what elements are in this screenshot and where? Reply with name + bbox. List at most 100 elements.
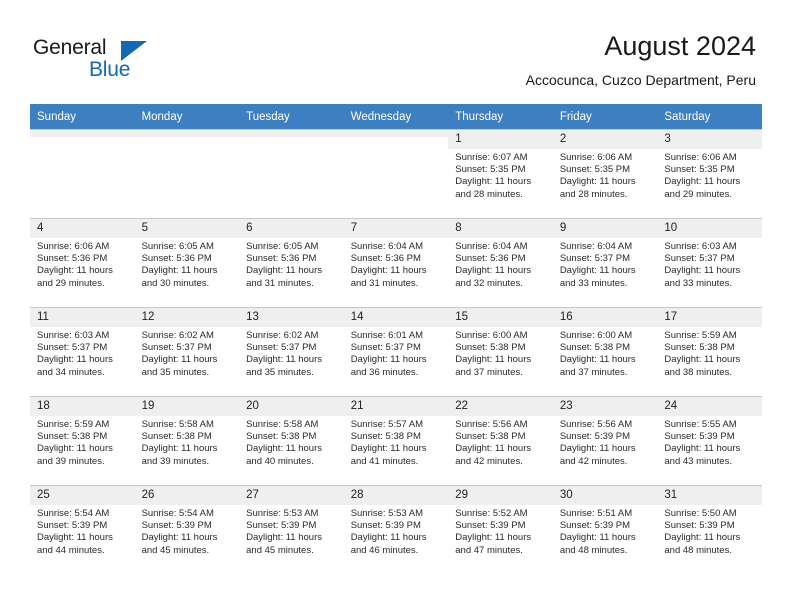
- calendar-day-cell[interactable]: 18 Sunrise: 5:59 AM Sunset: 5:38 PM Dayligh…: [30, 396, 135, 486]
- calendar-week-row: 1 Sunrise: 6:07 AM Sunset: 5:35 PM Daylight…: [30, 129, 762, 219]
- calendar-day-cell[interactable]: 11 Sunrise: 6:03 AM Sunset: 5:37 PM Dayligh…: [30, 307, 135, 397]
- day-detail-sunset: Sunset: 5:37 PM: [350, 342, 421, 354]
- day-detail-daylight1: Daylight: 11 hours: [664, 443, 741, 455]
- day-details: Sunrise: 6:05 AM Sunset: 5:36 PM Daylight:…: [135, 238, 240, 290]
- calendar-day-cell[interactable]: 22 Sunrise: 5:56 AM Sunset: 5:38 PM Dayligh…: [448, 396, 553, 486]
- day-detail-sunset: Sunset: 5:36 PM: [455, 253, 526, 265]
- day-number: 23: [552, 397, 658, 416]
- calendar-day-cell[interactable]: 24 Sunrise: 5:55 AM Sunset: 5:39 PM Dayligh…: [657, 396, 762, 486]
- calendar-day-cell[interactable]: 13 Sunrise: 6:02 AM Sunset: 5:37 PM Dayligh…: [239, 307, 344, 397]
- calendar-day-cell[interactable]: 1 Sunrise: 6:07 AM Sunset: 5:35 PM Daylight…: [448, 129, 553, 219]
- calendar-day-cell[interactable]: 5 Sunrise: 6:05 AM Sunset: 5:36 PM Daylight…: [134, 218, 240, 308]
- day-details: Sunrise: 6:04 AM Sunset: 5:36 PM Daylight:…: [448, 238, 553, 290]
- calendar-day-cell[interactable]: 3 Sunrise: 6:06 AM Sunset: 5:35 PM Daylight…: [657, 129, 762, 219]
- calendar-cell-empty: [343, 129, 449, 219]
- calendar-day-cell[interactable]: 28 Sunrise: 5:53 AM Sunset: 5:39 PM Dayligh…: [343, 485, 449, 574]
- day-cell-inner: [343, 130, 449, 218]
- calendar-day-cell[interactable]: 30 Sunrise: 5:51 AM Sunset: 5:39 PM Dayligh…: [552, 485, 658, 574]
- calendar-day-cell[interactable]: 25 Sunrise: 5:54 AM Sunset: 5:39 PM Dayligh…: [30, 485, 135, 574]
- calendar-week-row: 25 Sunrise: 5:54 AM Sunset: 5:39 PM Dayligh…: [30, 485, 762, 574]
- calendar-day-cell[interactable]: 9 Sunrise: 6:04 AM Sunset: 5:37 PM Daylight…: [552, 218, 658, 308]
- day-detail-sunset: Sunset: 5:38 PM: [559, 342, 631, 354]
- day-number: [343, 130, 449, 137]
- weekday-header-saturday: Saturday: [657, 104, 762, 130]
- day-detail-sunrise: Sunrise: 5:59 AM: [664, 330, 737, 341]
- day-detail-daylight1: Daylight: 11 hours: [141, 532, 218, 544]
- calendar-day-cell[interactable]: 20 Sunrise: 5:58 AM Sunset: 5:38 PM Dayligh…: [239, 396, 344, 486]
- day-detail-daylight2: and 45 minutes.: [141, 544, 210, 556]
- day-details: Sunrise: 6:04 AM Sunset: 5:37 PM Daylight:…: [553, 238, 658, 290]
- calendar-day-cell[interactable]: 14 Sunrise: 6:01 AM Sunset: 5:37 PM Dayligh…: [343, 307, 449, 397]
- calendar-day-cell[interactable]: 12 Sunrise: 6:02 AM Sunset: 5:37 PM Dayligh…: [134, 307, 240, 397]
- general-blue-logo[interactable]: General Blue: [33, 36, 213, 88]
- day-detail-daylight2: and 38 minutes.: [664, 366, 732, 378]
- day-cell-inner: 4 Sunrise: 6:06 AM Sunset: 5:36 PM Daylight…: [30, 219, 135, 307]
- day-cell-inner: 13 Sunrise: 6:02 AM Sunset: 5:37 PM Dayligh…: [239, 308, 344, 396]
- day-number: 8: [448, 219, 553, 238]
- day-detail-daylight1: Daylight: 11 hours: [246, 265, 322, 277]
- day-detail-sunrise: Sunrise: 5:53 AM: [350, 508, 424, 519]
- calendar-day-cell[interactable]: 29 Sunrise: 5:52 AM Sunset: 5:39 PM Dayligh…: [448, 485, 553, 574]
- day-detail-sunset: Sunset: 5:35 PM: [559, 164, 631, 176]
- day-detail-sunrise: Sunrise: 5:52 AM: [455, 508, 528, 519]
- day-detail-daylight1: Daylight: 11 hours: [559, 532, 636, 544]
- day-details: Sunrise: 5:56 AM Sunset: 5:39 PM Daylight:…: [553, 416, 658, 468]
- day-details: Sunrise: 5:57 AM Sunset: 5:38 PM Daylight:…: [344, 416, 449, 468]
- calendar-day-cell[interactable]: 19 Sunrise: 5:58 AM Sunset: 5:38 PM Dayligh…: [134, 396, 240, 486]
- day-detail-daylight1: Daylight: 11 hours: [246, 532, 322, 544]
- calendar-day-cell[interactable]: 10 Sunrise: 6:03 AM Sunset: 5:37 PM Dayligh…: [657, 218, 762, 308]
- day-detail-daylight2: and 39 minutes.: [141, 455, 210, 467]
- day-number: [30, 130, 135, 137]
- day-detail-daylight2: and 35 minutes.: [141, 366, 210, 378]
- day-detail-sunrise: Sunrise: 6:06 AM: [559, 152, 633, 163]
- calendar-day-cell[interactable]: 6 Sunrise: 6:05 AM Sunset: 5:36 PM Daylight…: [239, 218, 344, 308]
- day-detail-sunset: Sunset: 5:39 PM: [455, 520, 526, 532]
- calendar-day-cell[interactable]: 27 Sunrise: 5:53 AM Sunset: 5:39 PM Dayligh…: [239, 485, 344, 574]
- page-title: August 2024: [604, 31, 756, 61]
- calendar-day-cell[interactable]: 7 Sunrise: 6:04 AM Sunset: 5:36 PM Daylight…: [343, 218, 449, 308]
- day-cell-inner: 31 Sunrise: 5:50 AM Sunset: 5:39 PM Dayligh…: [657, 486, 762, 574]
- day-detail-sunset: Sunset: 5:39 PM: [559, 520, 631, 532]
- day-cell-inner: [239, 130, 344, 218]
- calendar-day-cell[interactable]: 2 Sunrise: 6:06 AM Sunset: 5:35 PM Daylight…: [552, 129, 658, 219]
- day-detail-sunset: Sunset: 5:37 PM: [37, 342, 108, 354]
- day-detail-daylight2: and 40 minutes.: [246, 455, 314, 467]
- day-detail-sunset: Sunset: 5:38 PM: [455, 342, 526, 354]
- day-detail-daylight1: Daylight: 11 hours: [455, 265, 532, 277]
- calendar-day-cell[interactable]: 17 Sunrise: 5:59 AM Sunset: 5:38 PM Dayligh…: [657, 307, 762, 397]
- day-number: 14: [343, 308, 449, 327]
- day-details: Sunrise: 6:05 AM Sunset: 5:36 PM Daylight:…: [239, 238, 344, 290]
- day-detail-daylight2: and 28 minutes.: [559, 188, 628, 200]
- calendar-day-cell[interactable]: 31 Sunrise: 5:50 AM Sunset: 5:39 PM Dayligh…: [657, 485, 762, 574]
- day-detail-daylight2: and 30 minutes.: [141, 277, 210, 289]
- day-number: [134, 130, 240, 137]
- day-cell-inner: 28 Sunrise: 5:53 AM Sunset: 5:39 PM Dayligh…: [343, 486, 449, 574]
- calendar-day-cell[interactable]: 23 Sunrise: 5:56 AM Sunset: 5:39 PM Dayligh…: [552, 396, 658, 486]
- day-detail-sunrise: Sunrise: 6:04 AM: [455, 241, 528, 252]
- day-detail-sunset: Sunset: 5:36 PM: [246, 253, 317, 265]
- day-cell-inner: 3 Sunrise: 6:06 AM Sunset: 5:35 PM Daylight…: [657, 130, 762, 218]
- calendar-day-cell[interactable]: 16 Sunrise: 6:00 AM Sunset: 5:38 PM Dayligh…: [552, 307, 658, 397]
- day-cell-inner: 23 Sunrise: 5:56 AM Sunset: 5:39 PM Dayligh…: [552, 397, 658, 485]
- day-details: Sunrise: 5:53 AM Sunset: 5:39 PM Daylight:…: [344, 505, 449, 557]
- calendar-day-cell[interactable]: 4 Sunrise: 6:06 AM Sunset: 5:36 PM Daylight…: [30, 218, 135, 308]
- calendar-day-cell[interactable]: 21 Sunrise: 5:57 AM Sunset: 5:38 PM Dayligh…: [343, 396, 449, 486]
- calendar-day-cell[interactable]: 8 Sunrise: 6:04 AM Sunset: 5:36 PM Daylight…: [448, 218, 553, 308]
- calendar-day-cell[interactable]: 15 Sunrise: 6:00 AM Sunset: 5:38 PM Dayligh…: [448, 307, 553, 397]
- weekday-header-sunday: Sunday: [30, 104, 135, 130]
- day-cell-inner: 24 Sunrise: 5:55 AM Sunset: 5:39 PM Dayligh…: [657, 397, 762, 485]
- day-detail-sunrise: Sunrise: 5:50 AM: [664, 508, 737, 519]
- day-cell-inner: 29 Sunrise: 5:52 AM Sunset: 5:39 PM Dayligh…: [448, 486, 553, 574]
- day-number: 19: [134, 397, 240, 416]
- day-detail-sunrise: Sunrise: 6:05 AM: [246, 241, 319, 252]
- day-detail-sunrise: Sunrise: 5:54 AM: [141, 508, 214, 519]
- day-details: Sunrise: 6:07 AM Sunset: 5:35 PM Daylight:…: [448, 149, 553, 201]
- day-cell-inner: 21 Sunrise: 5:57 AM Sunset: 5:38 PM Dayligh…: [343, 397, 449, 485]
- day-detail-daylight1: Daylight: 11 hours: [37, 265, 113, 277]
- day-detail-daylight1: Daylight: 11 hours: [37, 532, 113, 544]
- calendar-day-cell[interactable]: 26 Sunrise: 5:54 AM Sunset: 5:39 PM Dayligh…: [134, 485, 240, 574]
- day-detail-daylight1: Daylight: 11 hours: [559, 265, 636, 277]
- day-details: Sunrise: 6:06 AM Sunset: 5:35 PM Daylight:…: [553, 149, 658, 201]
- day-detail-sunset: Sunset: 5:37 PM: [141, 342, 212, 354]
- day-details: Sunrise: 5:56 AM Sunset: 5:38 PM Daylight:…: [448, 416, 553, 468]
